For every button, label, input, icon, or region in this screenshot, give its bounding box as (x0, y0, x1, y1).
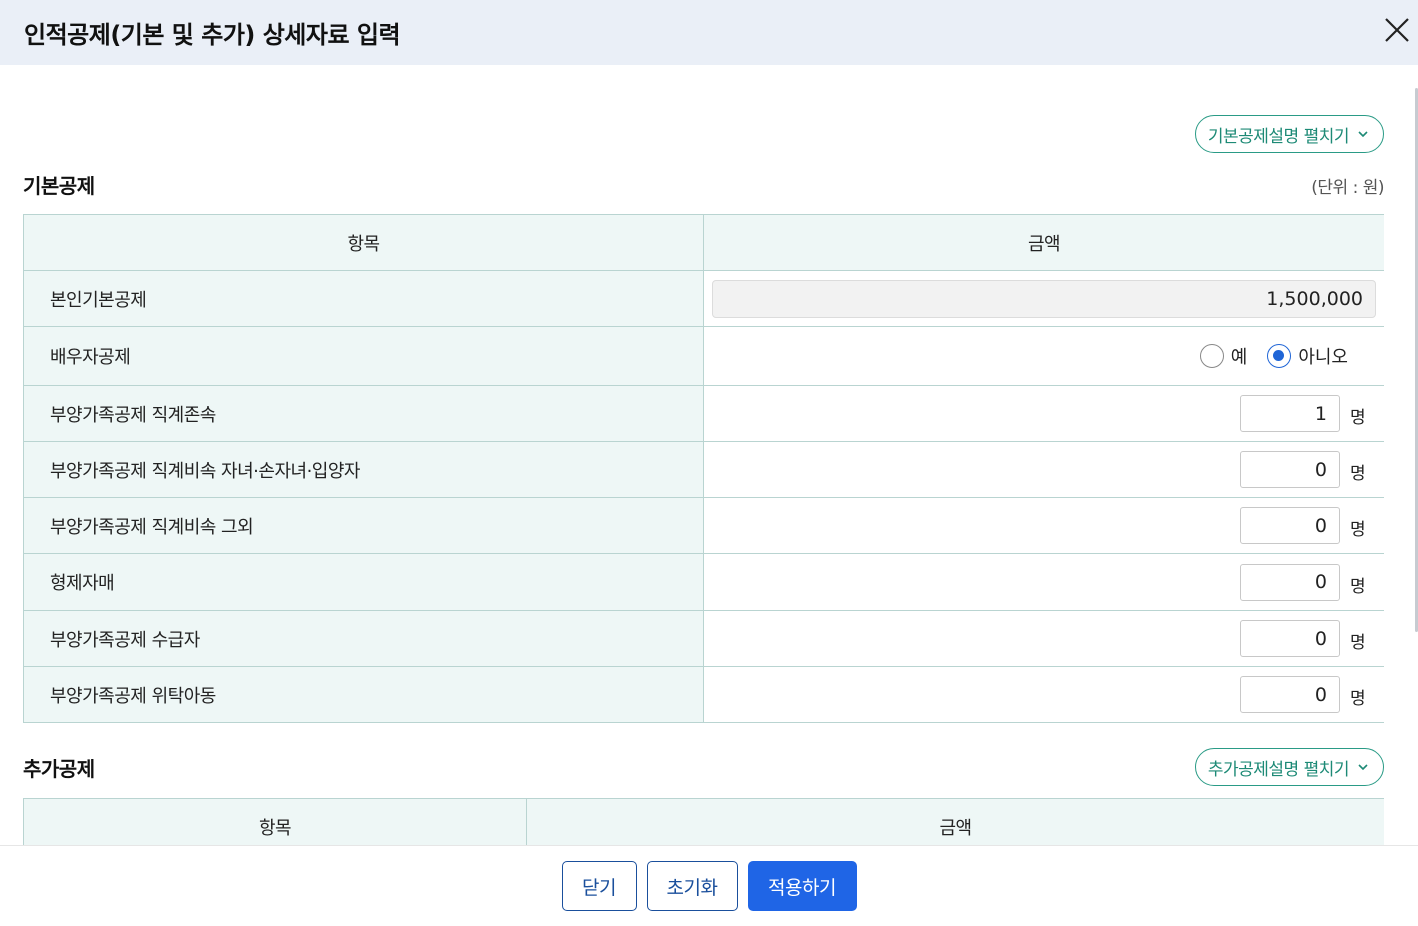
col-header-amount: 금액 (526, 798, 1384, 845)
reset-button[interactable]: 초기화 (646, 861, 738, 911)
spouse-yes-radio[interactable]: 예 (1199, 343, 1248, 369)
chevron-down-icon (1358, 131, 1368, 138)
count-input[interactable] (1240, 676, 1340, 713)
radio-label: 아니오 (1298, 347, 1348, 368)
count-input[interactable] (1240, 563, 1340, 601)
apply-button[interactable]: 적용하기 (747, 861, 857, 911)
count-input[interactable] (1240, 451, 1340, 488)
close-footer-button[interactable]: 닫기 (561, 861, 637, 911)
count-unit: 명 (1350, 520, 1366, 540)
additional-section-title: 추가공제 (23, 757, 95, 781)
count-unit: 명 (1350, 464, 1366, 484)
basic-expand-label: 기본공제설명 펼치기 (1207, 126, 1350, 147)
table-row: 본인기본공제 1,500,000 (23, 270, 1384, 327)
spouse-radio-group: 예 아니오 (712, 343, 1376, 369)
row-label: 부양가족공제 직계존속 (23, 385, 704, 442)
table-row: 형제자매 명 (23, 553, 1384, 611)
count-unit: 명 (1350, 576, 1366, 597)
count-unit: 명 (1350, 408, 1366, 428)
unit-note: (단위 : 원) (1311, 178, 1384, 198)
basic-expand-button[interactable]: 기본공제설명 펼치기 (1194, 115, 1384, 153)
row-label: 부양가족공제 직계비속 자녀·손자녀·입양자 (23, 441, 704, 498)
count-input[interactable] (1240, 507, 1340, 544)
row-label: 부양가족공제 수급자 (23, 610, 704, 667)
row-label: 형제자매 (23, 553, 704, 611)
modal-footer: 닫기 초기화 적용하기 (0, 845, 1418, 926)
table-row: 부양가족공제 직계비속 그외 명 (23, 497, 1384, 554)
count-unit: 명 (1350, 689, 1366, 709)
row-label: 배우자공제 (23, 326, 704, 386)
table-row: 부양가족공제 위탁아동 명 (23, 666, 1384, 723)
radio-circle-checked[interactable] (1267, 344, 1292, 368)
count-input[interactable] (1240, 395, 1340, 432)
radio-circle[interactable] (1199, 344, 1224, 368)
table-row: 부양가족공제 수급자 명 (23, 610, 1384, 667)
count-input[interactable] (1240, 620, 1340, 657)
col-header-item: 항목 (23, 214, 704, 271)
row-label: 본인기본공제 (23, 270, 704, 327)
col-header-amount: 금액 (703, 214, 1384, 271)
table-row: 부양가족공제 직계비속 자녀·손자녀·입양자 명 (23, 441, 1384, 498)
basic-table: 항목 금액 본인기본공제 1,500,000 배우자공제 예 아니오 부양가족공… (23, 214, 1384, 723)
row-label: 부양가족공제 위탁아동 (23, 666, 704, 723)
radio-label: 예 (1230, 347, 1248, 368)
row-label: 부양가족공제 직계비속 그외 (23, 497, 704, 554)
modal-header: 인적공제(기본 및 추가) 상세자료 입력 (0, 0, 1418, 65)
basic-section-title: 기본공제 (23, 174, 95, 198)
table-row: 배우자공제 예 아니오 (23, 326, 1384, 386)
modal-title: 인적공제(기본 및 추가) 상세자료 입력 (24, 21, 401, 49)
modal: 인적공제(기본 및 추가) 상세자료 입력 기본공제설명 펼치기 기본공제 (단… (0, 0, 1418, 926)
additional-table: 항목 금액 (23, 798, 1384, 845)
self-amount-field: 1,500,000 (712, 279, 1376, 318)
table-row: 부양가족공제 직계존속 명 (23, 385, 1384, 442)
count-unit: 명 (1350, 633, 1366, 653)
spouse-no-radio[interactable]: 아니오 (1267, 343, 1348, 369)
additional-expand-label: 추가공제설명 펼치기 (1207, 759, 1350, 780)
modal-body: 기본공제설명 펼치기 기본공제 (단위 : 원) 항목 금액 본인기본공제 1,… (23, 65, 1384, 845)
chevron-down-icon (1358, 764, 1368, 771)
close-button[interactable] (1382, 14, 1412, 48)
additional-expand-button[interactable]: 추가공제설명 펼치기 (1194, 748, 1384, 786)
close-icon (1385, 17, 1409, 42)
col-header-item: 항목 (23, 798, 527, 845)
